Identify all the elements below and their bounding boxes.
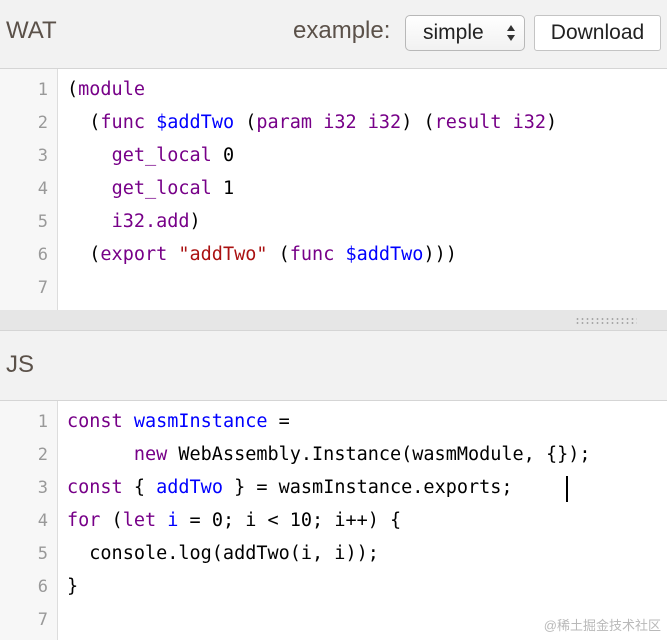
example-select[interactable]: simple bbox=[405, 15, 525, 51]
up-down-arrows-icon bbox=[507, 25, 515, 41]
code-token: ( bbox=[100, 510, 123, 531]
wat-line-number: 6 bbox=[37, 245, 48, 265]
code-token: 1 bbox=[211, 178, 235, 199]
js-code-line[interactable]: } bbox=[67, 576, 78, 597]
code-token: addTwo bbox=[156, 477, 223, 498]
code-token: = bbox=[267, 411, 290, 432]
code-token: let bbox=[122, 510, 157, 531]
js-code-line[interactable]: console.log(addTwo(i, i)); bbox=[67, 543, 379, 564]
code-token: new bbox=[133, 444, 168, 465]
code-token: ) bbox=[189, 211, 201, 232]
wat-line-number: 2 bbox=[37, 113, 48, 133]
code-token: for bbox=[67, 510, 101, 531]
panel-splitter[interactable] bbox=[0, 310, 667, 330]
wat-code-line[interactable]: get_local 0 bbox=[67, 145, 235, 166]
js-code-line[interactable]: new WebAssembly.Instance(wasmModule, {})… bbox=[67, 444, 591, 465]
code-token: result bbox=[434, 112, 502, 133]
code-token: ) bbox=[546, 112, 558, 133]
code-token: } bbox=[67, 576, 79, 597]
wat-title: WAT bbox=[6, 17, 57, 44]
watermark: @稀土掘金技术社区 bbox=[543, 618, 661, 633]
code-token: param bbox=[256, 112, 313, 133]
code-token: i32 bbox=[367, 112, 402, 133]
code-token: $addTwo bbox=[345, 244, 424, 265]
wat-code-line[interactable]: get_local 1 bbox=[67, 178, 235, 199]
resize-grip-icon[interactable] bbox=[575, 317, 637, 324]
js-line-number: 6 bbox=[37, 577, 48, 597]
wat-header: WAT example: simple Download bbox=[0, 0, 667, 69]
code-token: 0 bbox=[211, 145, 235, 166]
code-token: const bbox=[67, 477, 123, 498]
js-code-line[interactable]: const { addTwo } = wasmInstance.exports; bbox=[67, 477, 513, 498]
wat-code-line[interactable]: (module bbox=[67, 79, 145, 100]
code-token: get_local bbox=[111, 178, 212, 199]
js-line-number: 3 bbox=[37, 478, 48, 498]
js-line-number: 2 bbox=[37, 445, 48, 465]
js-editor[interactable]: 1 2 3 4 5 6 7 const wasmInstance = new WebAsse… bbox=[0, 401, 667, 640]
example-select-value: simple bbox=[423, 21, 484, 44]
code-token: console.log(addTwo(i, i)); bbox=[67, 543, 379, 564]
js-code-line[interactable]: for (let i = 0; i < 10; i++) { bbox=[67, 510, 401, 531]
wat-editor[interactable]: 1234567 (module (func $addTwo (param i32… bbox=[0, 69, 667, 310]
text-cursor bbox=[566, 476, 568, 502]
download-button[interactable]: Download bbox=[534, 15, 661, 51]
code-token: const bbox=[67, 411, 123, 432]
code-token: ( bbox=[67, 112, 101, 133]
wat-line-number: 3 bbox=[37, 146, 48, 166]
code-token: i32 bbox=[323, 112, 357, 133]
code-token: func bbox=[289, 244, 335, 265]
code-token: func bbox=[100, 112, 145, 133]
code-token: wasmInstance bbox=[133, 411, 268, 432]
code-token: } = wasmInstance.exports; bbox=[222, 477, 513, 498]
code-token: i bbox=[167, 510, 179, 531]
wat-line-number: 7 bbox=[37, 278, 48, 298]
code-token: WebAssembly.Instance(wasmModule, {}); bbox=[167, 444, 591, 465]
code-token: get_local bbox=[111, 145, 212, 166]
code-token: i32.add bbox=[111, 211, 190, 232]
code-token: ( bbox=[67, 244, 101, 265]
code-token: export bbox=[100, 244, 168, 265]
js-header: JS bbox=[0, 330, 667, 401]
code-token: ( bbox=[234, 112, 257, 133]
code-token: ) ( bbox=[401, 112, 435, 133]
js-title: JS bbox=[6, 351, 35, 378]
wat-gutter: 1 2 3 4 5 6 7 bbox=[0, 69, 58, 310]
wat-code-line[interactable]: i32.add) bbox=[67, 211, 201, 232]
wat-code-line[interactable]: (export "addTwo" (func $addTwo))) bbox=[67, 244, 457, 265]
code-token: = 0; i < 10; i++) { bbox=[178, 510, 402, 531]
wat-code-line[interactable]: (func $addTwo (param i32 i32) (result i3… bbox=[67, 112, 557, 133]
code-token: { bbox=[122, 477, 157, 498]
wat-line-number: 1 bbox=[37, 80, 48, 100]
js-code-line[interactable]: const wasmInstance = bbox=[67, 411, 290, 432]
wat-line-number: 4 bbox=[37, 179, 48, 199]
example-label: example: bbox=[293, 17, 391, 44]
code-token: i32 bbox=[512, 112, 547, 133]
js-gutter: 1 2 3 4 5 6 7 bbox=[0, 401, 58, 640]
js-line-number: 1 bbox=[37, 412, 48, 432]
js-line-number: 4 bbox=[37, 511, 48, 531]
code-token: $addTwo bbox=[156, 112, 235, 133]
code-token: module bbox=[78, 79, 145, 100]
wat-line-number: 5 bbox=[37, 212, 48, 232]
js-line-number: 7 bbox=[37, 610, 48, 630]
js-line-number: 5 bbox=[37, 544, 48, 564]
code-token: ( bbox=[67, 79, 79, 100]
code-token: ))) bbox=[423, 244, 457, 265]
code-token: ( bbox=[267, 244, 290, 265]
code-token: "addTwo" bbox=[178, 244, 268, 265]
